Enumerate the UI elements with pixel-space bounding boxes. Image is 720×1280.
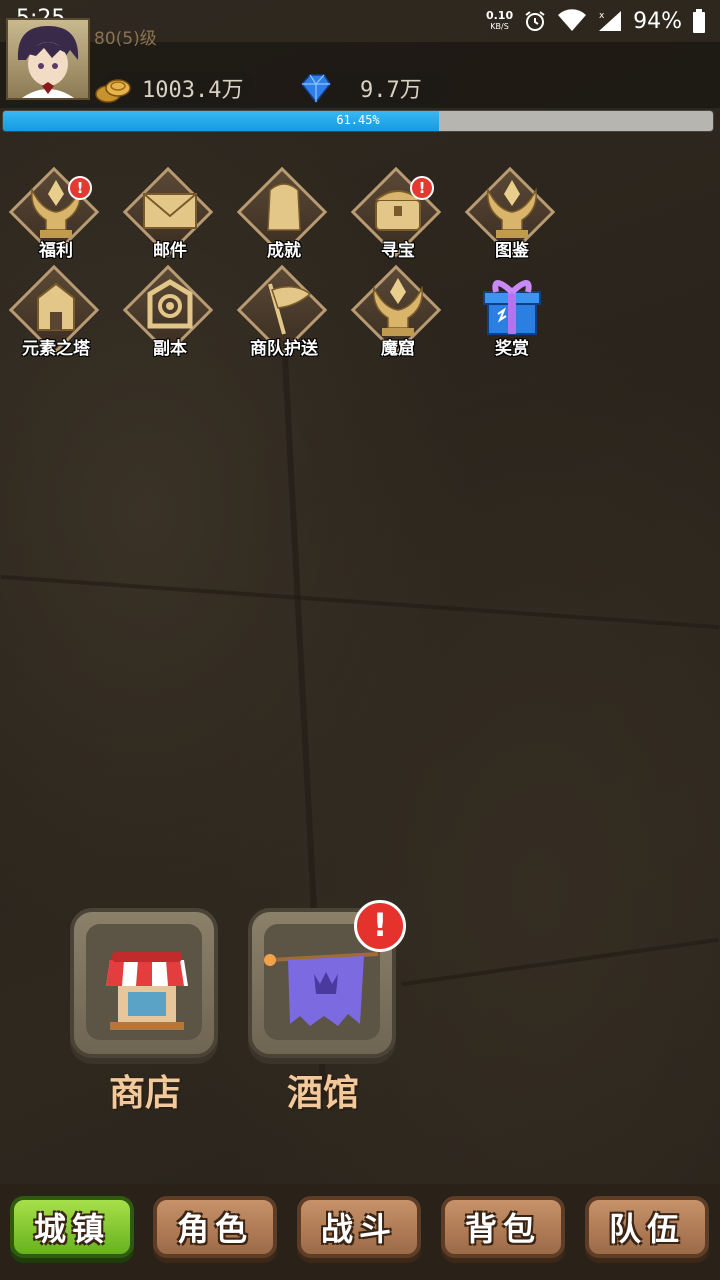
gift-box-icon: [483, 280, 541, 335]
network-speed: 0.10 KB/S: [486, 10, 513, 32]
gold-value: 1003.4万: [142, 78, 244, 103]
background-crack: [0, 574, 720, 630]
alert-badge: !: [354, 900, 406, 952]
experience-percent: 61.45%: [336, 113, 380, 127]
feature-button[interactable]: 奖赏: [464, 272, 560, 372]
shop-icon: [106, 952, 188, 1030]
gem-value: 9.7万: [360, 78, 422, 103]
feature-label: 元素之塔: [22, 339, 90, 359]
bottom-nav: 城镇 角色 战斗 背包 队伍: [0, 1184, 720, 1280]
nav-button[interactable]: 背包: [441, 1196, 565, 1258]
feature-button[interactable]: 福利!: [8, 166, 104, 274]
feature-label: 图鉴: [495, 241, 529, 261]
alert-badge: !: [68, 176, 92, 200]
feature-label: 成就: [267, 241, 301, 261]
mail-icon: [143, 193, 197, 229]
gem-counter[interactable]: 9.7万: [300, 72, 455, 104]
gold-coin-icon: [95, 79, 131, 103]
feature-label: 邮件: [153, 241, 187, 261]
feature-label: 商队护送: [250, 339, 318, 359]
feature-label: 副本: [153, 339, 187, 359]
battery-icon: [693, 9, 705, 33]
tower-icon: [37, 282, 75, 331]
feature-label: 魔窟: [381, 339, 415, 359]
experience-bar: 61.45%: [2, 110, 714, 132]
gold-counter[interactable]: 1003.4万: [95, 72, 255, 104]
feature-label: 寻宝: [381, 241, 415, 261]
nav-button[interactable]: 队伍: [585, 1196, 709, 1258]
alarm-icon: [525, 11, 545, 31]
achievement-icon: [267, 183, 301, 231]
blue-gem-icon: [301, 74, 331, 104]
wifi-icon: [558, 9, 587, 31]
nav-button[interactable]: 战斗: [297, 1196, 421, 1258]
feature-button[interactable]: 商队护送: [236, 264, 332, 372]
player-avatar[interactable]: [6, 18, 90, 100]
svg-text:x: x: [599, 11, 605, 21]
signal-icon: x: [599, 11, 622, 31]
feature-button[interactable]: 寻宝!: [350, 166, 446, 274]
feature-button[interactable]: 成就: [236, 166, 332, 274]
nav-button[interactable]: 角色: [153, 1196, 277, 1258]
feature-button[interactable]: 图鉴: [464, 166, 560, 274]
player-level: 80(5)级: [94, 29, 157, 49]
trophy-icon: [373, 278, 423, 336]
network-speed-unit: KB/S: [490, 22, 509, 31]
battery-percent: 94%: [633, 8, 682, 34]
feature-button[interactable]: 魔窟: [350, 264, 446, 372]
nav-button[interactable]: 城镇: [10, 1196, 134, 1258]
feature-button[interactable]: 副本: [122, 264, 218, 372]
feature-button[interactable]: 邮件: [122, 166, 218, 274]
dungeon-icon: [147, 279, 193, 329]
feature-label: 奖赏: [495, 339, 529, 359]
trophy-icon: [487, 180, 537, 238]
feature-label: 福利: [39, 241, 73, 261]
feature-button[interactable]: 元素之塔: [8, 264, 104, 372]
building-frame: [70, 908, 218, 1058]
building-label-shop: 商店: [108, 1073, 181, 1114]
alert-badge: !: [410, 176, 434, 200]
background-crack: [401, 937, 719, 987]
building-tavern[interactable]: 酒馆 !: [248, 900, 406, 1114]
building-shop[interactable]: 商店: [70, 908, 220, 1114]
flag-icon: [268, 283, 312, 335]
building-label-tavern: 酒馆: [286, 1073, 359, 1114]
